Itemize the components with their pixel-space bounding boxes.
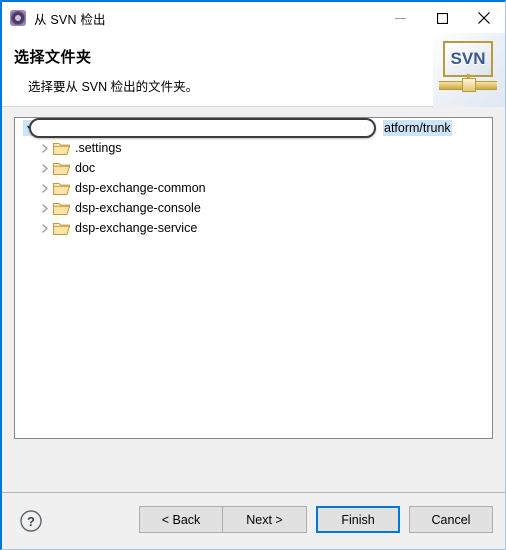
- tree-row[interactable]: dsp-exchange-console: [15, 198, 492, 218]
- chevron-right-icon[interactable]: [37, 180, 53, 196]
- tree-row[interactable]: dsp-exchange-service: [15, 218, 492, 238]
- svn-repo-icon: [10, 10, 26, 26]
- window-controls: [379, 2, 505, 34]
- close-button[interactable]: [463, 2, 505, 34]
- checkout-from-svn-dialog: 从 SVN 检出 选择文件夹 选择要从 SVN 检出的文件夹。 SVN atfo…: [0, 0, 506, 550]
- page-subtitle: 选择要从 SVN 检出的文件夹。: [28, 80, 199, 94]
- dialog-footer: ? < Back Next > Finish Cancel: [2, 493, 505, 549]
- back-button[interactable]: < Back: [139, 506, 223, 533]
- folder-icon: [53, 181, 70, 196]
- close-icon: [478, 12, 490, 24]
- tree-row[interactable]: dsp-exchange-common: [15, 178, 492, 198]
- svn-logo-text: SVN: [450, 49, 486, 68]
- svn-logo: SVN: [433, 33, 505, 107]
- tree-row-root[interactable]: atform/trunk: [15, 118, 492, 138]
- maximize-button[interactable]: [421, 2, 463, 34]
- svg-text:?: ?: [27, 514, 35, 529]
- tree-row[interactable]: .settings: [15, 138, 492, 158]
- title-bar: 从 SVN 检出: [2, 2, 505, 34]
- tree-children: .settings doc dsp-exchange-common dsp-excha…: [15, 138, 492, 238]
- svn-logo-knob: [462, 78, 476, 92]
- chevron-right-icon[interactable]: [37, 220, 53, 236]
- folder-icon: [53, 161, 70, 176]
- dialog-content: atform/trunk .settings doc dsp-exchange-co…: [2, 107, 505, 492]
- tree-item-label: .settings: [75, 141, 122, 155]
- next-button[interactable]: Next >: [223, 506, 307, 533]
- chevron-right-icon[interactable]: [37, 160, 53, 176]
- tree-item-label: dsp-exchange-common: [75, 181, 206, 195]
- tree-item-label: dsp-exchange-service: [75, 221, 198, 235]
- page-banner: 选择文件夹 选择要从 SVN 检出的文件夹。 SVN: [2, 33, 505, 107]
- folder-icon: [53, 141, 70, 156]
- root-path-input[interactable]: [29, 118, 376, 138]
- folder-tree[interactable]: atform/trunk .settings doc dsp-exchange-co…: [14, 117, 493, 439]
- help-icon[interactable]: ?: [19, 509, 43, 533]
- tree-item-label: dsp-exchange-console: [75, 201, 201, 215]
- folder-icon: [53, 201, 70, 216]
- tree-row[interactable]: doc: [15, 158, 492, 178]
- window-title: 从 SVN 检出: [34, 12, 106, 27]
- folder-icon: [53, 221, 70, 236]
- minimize-button[interactable]: [379, 2, 421, 34]
- finish-button[interactable]: Finish: [316, 506, 400, 533]
- root-path-trailing-text: atform/trunk: [383, 120, 452, 136]
- chevron-right-icon[interactable]: [37, 140, 53, 156]
- chevron-right-icon[interactable]: [37, 200, 53, 216]
- maximize-icon: [436, 12, 448, 24]
- page-title: 选择文件夹: [14, 49, 92, 66]
- minimize-icon: [394, 17, 406, 19]
- tree-item-label: doc: [75, 161, 96, 175]
- dialog-buttons: < Back Next > Finish Cancel: [139, 506, 493, 533]
- cancel-button[interactable]: Cancel: [409, 506, 493, 533]
